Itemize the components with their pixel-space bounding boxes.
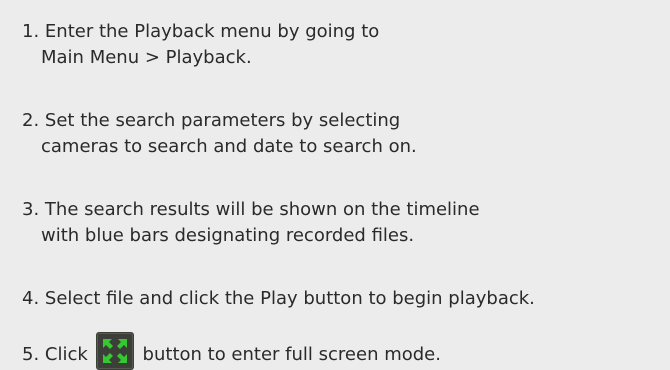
step-number: 2.: [22, 110, 40, 131]
step-5-line-1: 5. Click button to enter full screen mod…: [22, 332, 662, 370]
fullscreen-icon: [95, 332, 134, 370]
step-3-line-1: 3. The search results will be shown on t…: [22, 197, 662, 223]
fullscreen-button-icon[interactable]: [95, 332, 134, 370]
step-4: 4. Select file and click the Play button…: [22, 286, 662, 312]
step-4-line-1: 4. Select file and click the Play button…: [22, 286, 662, 312]
step-number: 1.: [22, 21, 40, 42]
step-2: 2. Set the search parameters by selectin…: [22, 108, 662, 160]
step-number: 4.: [22, 288, 40, 309]
step-5: 5. Click button to enter full screen mod…: [22, 332, 662, 370]
step-text: Set the search parameters by selecting: [44, 110, 401, 131]
step-text: Select file and click the Play button to…: [44, 288, 535, 309]
step-1-line-1: 1. Enter the Playback menu by going to: [22, 19, 662, 45]
step-number: 3.: [22, 199, 40, 220]
step-text: The search results will be shown on the …: [44, 199, 480, 220]
step-number: 5.: [22, 344, 40, 365]
step-text-after-icon: button to enter full screen mode.: [142, 344, 441, 365]
step-text: Enter the Playback menu by going to: [44, 21, 380, 42]
step-3: 3. The search results will be shown on t…: [22, 197, 662, 249]
instruction-steps: 1. Enter the Playback menu by going to M…: [22, 0, 662, 370]
step-1: 1. Enter the Playback menu by going to M…: [22, 19, 662, 71]
step-3-line-2: with blue bars designating recorded file…: [41, 225, 415, 246]
step-2-line-1: 2. Set the search parameters by selectin…: [22, 108, 662, 134]
step-1-line-2: Main Menu > Playback.: [41, 47, 252, 68]
step-2-line-2: cameras to search and date to search on.: [41, 136, 417, 157]
step-text-before-icon: Click: [44, 344, 88, 365]
